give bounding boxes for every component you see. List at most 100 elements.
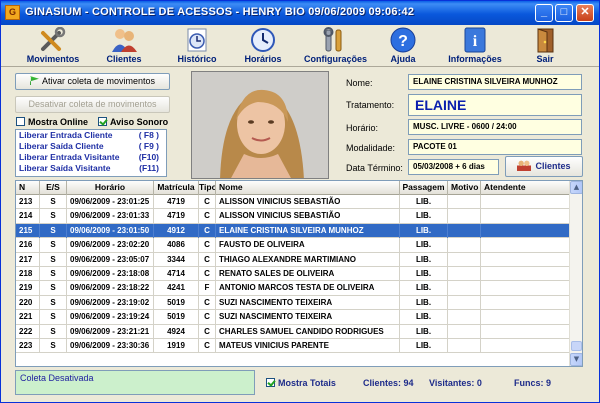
close-button[interactable]: ✕ bbox=[576, 4, 594, 22]
deactivate-collection-button[interactable]: Desativar coleta de movimentos bbox=[15, 96, 170, 113]
toolbar-configuracoes-button[interactable]: Configurações bbox=[304, 27, 367, 65]
table-scrollbar[interactable]: ▲ ▼ bbox=[569, 181, 582, 366]
clientes-total: Clientes: 94 bbox=[363, 378, 414, 388]
row-attendant bbox=[481, 324, 570, 339]
row-reason bbox=[448, 266, 481, 281]
table-row[interactable]: 219 S 09/06/2009 - 23:18:22 4241 F ANTONIO MA… bbox=[16, 281, 570, 296]
row-passage: LIB. bbox=[400, 252, 448, 267]
shortcut-key: ( F9 ) bbox=[138, 141, 159, 151]
people-icon bbox=[112, 29, 137, 52]
row-attendant bbox=[481, 223, 570, 238]
column-header[interactable]: N bbox=[16, 181, 40, 195]
shortcut-saida-cliente[interactable]: Liberar Saída Cliente ( F9 ) bbox=[16, 141, 166, 152]
column-header[interactable]: E/S bbox=[40, 181, 67, 195]
row-name: SUZI NASCIMENTO TEIXEIRA bbox=[216, 310, 400, 325]
nome-label: Nome: bbox=[346, 78, 373, 88]
toolbar-informacoes-button[interactable]: i Informações bbox=[445, 27, 505, 65]
table-row[interactable]: 217 S 09/06/2009 - 23:05:07 3344 C THIAGO ALE… bbox=[16, 252, 570, 267]
row-attendant bbox=[481, 252, 570, 267]
toolbar-ajuda-button[interactable]: ? Ajuda bbox=[373, 27, 433, 65]
column-header[interactable]: Matrícula bbox=[154, 181, 199, 195]
toolbar-sair-button[interactable]: Sair bbox=[515, 27, 575, 65]
column-header[interactable]: Nome bbox=[216, 181, 400, 195]
shortcut-key: (F11) bbox=[139, 163, 159, 173]
table-header: N E/S Horário Matrícula Tipo Nome Passag… bbox=[16, 181, 570, 195]
row-type: C bbox=[199, 195, 216, 209]
row-number: 222 bbox=[16, 324, 40, 339]
table-row[interactable]: 216 S 09/06/2009 - 23:02:20 4086 C FAUSTO DE … bbox=[16, 238, 570, 253]
people-icon bbox=[517, 160, 532, 171]
nome-field: ELAINE CRISTINA SILVEIRA MUNHOZ bbox=[408, 74, 582, 90]
toolbar-historico-button[interactable]: Histórico bbox=[167, 27, 227, 65]
collection-status-box: Coleta Desativada bbox=[15, 370, 255, 395]
scroll-thumb[interactable] bbox=[571, 341, 582, 351]
tools-icon bbox=[41, 27, 66, 51]
table-row[interactable]: 223 S 09/06/2009 - 23:30:36 1919 C MATEUS VIN… bbox=[16, 338, 570, 354]
row-name: CHARLES SAMUEL CANDIDO RODRIGUES bbox=[216, 324, 400, 339]
toolbar-movimentos-button[interactable]: Movimentos bbox=[23, 27, 83, 65]
shortcut-key: ( F8 ) bbox=[138, 130, 159, 140]
row-registration: 4241 bbox=[154, 281, 199, 296]
row-registration: 4086 bbox=[154, 238, 199, 253]
mostra-totais-checkbox[interactable]: Mostra Totais bbox=[266, 378, 336, 388]
shortcut-entrada-cliente[interactable]: Liberar Entrada Cliente ( F8 ) bbox=[16, 130, 166, 141]
tratamento-label: Tratamento: bbox=[346, 100, 395, 110]
window-title: GINASIUM - CONTROLE DE ACESSOS - HENRY B… bbox=[25, 6, 415, 18]
column-header[interactable]: Motivo bbox=[448, 181, 481, 195]
row-direction: S bbox=[40, 295, 67, 310]
row-registration: 4912 bbox=[154, 223, 199, 238]
shortcut-entrada-visitante[interactable]: Liberar Entrada Visitante (F10) bbox=[16, 152, 166, 163]
table-row[interactable]: 218 S 09/06/2009 - 23:18:08 4714 C RENATO SAL… bbox=[16, 266, 570, 282]
row-reason bbox=[448, 209, 481, 224]
table-row[interactable]: 213 S 09/06/2009 - 23:01:25 4719 C ALISSON VI… bbox=[16, 195, 570, 210]
row-attendant bbox=[481, 295, 570, 310]
column-header[interactable]: Atendente bbox=[481, 181, 570, 195]
row-name: SUZI NASCIMENTO TEIXEIRA bbox=[216, 295, 400, 310]
row-reason bbox=[448, 195, 481, 209]
column-header[interactable]: Horário bbox=[67, 181, 154, 195]
row-direction: S bbox=[40, 310, 67, 325]
maximize-button[interactable]: □ bbox=[555, 4, 573, 22]
movements-table: N E/S Horário Matrícula Tipo Nome Passag… bbox=[15, 180, 583, 367]
row-passage: LIB. bbox=[400, 295, 448, 310]
row-time: 09/06/2009 - 23:02:20 bbox=[67, 238, 154, 253]
help-icon: ? bbox=[390, 27, 416, 53]
row-attendant bbox=[481, 238, 570, 253]
table-row[interactable]: 221 S 09/06/2009 - 23:19:24 5019 C SUZI NASCI… bbox=[16, 310, 570, 325]
row-type: F bbox=[199, 281, 216, 296]
table-row[interactable]: 222 S 09/06/2009 - 23:21:21 4924 C CHARLES SA… bbox=[16, 324, 570, 339]
scroll-up-arrow-icon[interactable]: ▲ bbox=[570, 181, 582, 194]
row-name: ALISSON VINICIUS SEBASTIÃO bbox=[216, 209, 400, 224]
clientes-button[interactable]: Clientes bbox=[505, 156, 583, 177]
shortcut-label: Liberar Entrada Cliente bbox=[19, 130, 113, 140]
toolbar-clientes-button[interactable]: Clientes bbox=[94, 27, 154, 65]
column-header[interactable]: Tipo bbox=[199, 181, 216, 195]
row-time: 09/06/2009 - 23:21:21 bbox=[67, 324, 154, 339]
table-row[interactable]: 215 S 09/06/2009 - 23:01:50 4912 C ELAINE CRI… bbox=[16, 223, 570, 239]
row-time: 09/06/2009 - 23:05:07 bbox=[67, 252, 154, 267]
row-type: C bbox=[199, 223, 216, 238]
mostra-online-checkbox[interactable]: Mostra Online bbox=[16, 117, 88, 127]
toolbar-horarios-button[interactable]: Horários bbox=[233, 27, 293, 65]
row-attendant bbox=[481, 195, 570, 209]
horario-label: Horário: bbox=[346, 123, 379, 133]
aviso-sonoro-label: Aviso Sonoro bbox=[110, 117, 169, 127]
row-number: 213 bbox=[16, 195, 40, 209]
client-photo bbox=[191, 71, 329, 179]
row-type: C bbox=[199, 209, 216, 224]
table-row[interactable]: 220 S 09/06/2009 - 23:19:02 5019 C SUZI NASCI… bbox=[16, 295, 570, 311]
title-bar[interactable]: G GINASIUM - CONTROLE DE ACESSOS - HENRY… bbox=[1, 1, 599, 25]
wrench-icon bbox=[323, 27, 342, 52]
row-time: 09/06/2009 - 23:01:33 bbox=[67, 209, 154, 224]
row-type: C bbox=[199, 252, 216, 267]
row-passage: LIB. bbox=[400, 310, 448, 325]
shortcut-saida-visitante[interactable]: Liberar Saída Visitante (F11) bbox=[16, 163, 166, 174]
aviso-sonoro-checkbox[interactable]: Aviso Sonoro bbox=[98, 117, 168, 127]
green-flag-icon bbox=[29, 76, 39, 85]
scroll-down-arrow-icon[interactable]: ▼ bbox=[570, 353, 582, 366]
minimize-button[interactable]: _ bbox=[535, 4, 553, 22]
activate-collection-button[interactable]: Ativar coleta de movimentos bbox=[15, 73, 170, 90]
row-number: 220 bbox=[16, 295, 40, 310]
table-row[interactable]: 214 S 09/06/2009 - 23:01:33 4719 C ALISSON VI… bbox=[16, 209, 570, 224]
column-header[interactable]: Passagem bbox=[400, 181, 448, 195]
